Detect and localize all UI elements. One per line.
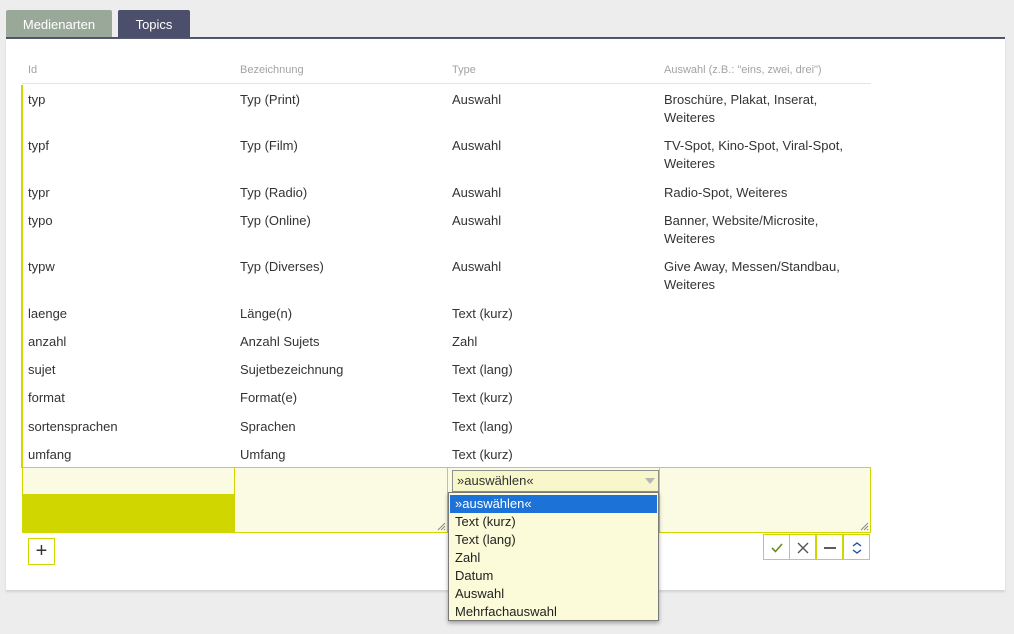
type-option[interactable]: Text (kurz) <box>450 513 657 531</box>
cell-bezeichnung: Typ (Radio) <box>240 185 308 200</box>
cell-id: typw <box>28 259 55 274</box>
cell-auswahl: Weiteres <box>664 231 716 246</box>
tab-medienarten[interactable]: Medienarten <box>6 10 112 38</box>
type-option[interactable]: Zahl <box>450 549 657 567</box>
cell-id: umfang <box>28 447 72 462</box>
check-icon <box>771 543 783 553</box>
cell-type: Text (kurz) <box>452 447 513 462</box>
header-type: Type <box>452 64 476 76</box>
cell-id: typf <box>28 138 49 153</box>
confirm-button[interactable] <box>763 534 790 560</box>
new-bezeichnung-textarea[interactable] <box>236 468 448 532</box>
minus-icon <box>824 547 836 549</box>
cell-id: sortensprachen <box>28 419 118 434</box>
cell-id: typr <box>28 185 50 200</box>
cell-id: format <box>28 390 65 405</box>
type-select[interactable]: »auswählen« <box>452 470 659 492</box>
cell-auswahl: Weiteres <box>664 156 716 171</box>
cell-bezeichnung: Länge(n) <box>240 306 293 321</box>
cell-bezeichnung: Typ (Print) <box>240 92 300 107</box>
tab-topics[interactable]: Topics <box>118 10 190 38</box>
cell-type: Auswahl <box>452 92 502 107</box>
cell-auswahl: Banner, Website/Microsite, <box>664 213 819 228</box>
cell-bezeichnung: Sujetbezeichnung <box>240 362 344 377</box>
collapse-icon <box>852 542 862 554</box>
new-id-input[interactable] <box>23 468 235 494</box>
cell-auswahl: Give Away, Messen/Standbau, <box>664 259 840 274</box>
header-id: Id <box>28 64 38 76</box>
type-option[interactable]: Datum <box>450 567 657 585</box>
cell-type: Zahl <box>452 334 478 349</box>
cell-id: typ <box>28 92 46 107</box>
resize-handle-icon[interactable] <box>436 521 446 531</box>
cancel-button[interactable] <box>789 534 816 560</box>
remove-button[interactable] <box>816 534 843 560</box>
type-option[interactable]: Text (lang) <box>450 531 657 549</box>
cell-bezeichnung: Typ (Diverses) <box>240 259 324 274</box>
cell-type: Text (lang) <box>452 419 513 434</box>
type-option[interactable]: »auswählen« <box>450 495 657 513</box>
type-option[interactable]: Mehrfachauswahl <box>450 603 657 621</box>
resize-handle-icon[interactable] <box>859 521 869 531</box>
type-option[interactable]: Auswahl <box>450 585 657 603</box>
collapse-button[interactable] <box>843 534 870 560</box>
header-bezeichnung: Bezeichnung <box>240 64 304 76</box>
chevron-down-icon <box>645 478 655 484</box>
cell-type: Text (kurz) <box>452 390 513 405</box>
new-auswahl-textarea[interactable] <box>660 468 870 532</box>
cell-type: Auswahl <box>452 259 502 274</box>
add-row-button[interactable]: + <box>28 538 55 565</box>
cell-auswahl: TV-Spot, Kino-Spot, Viral-Spot, <box>664 138 843 153</box>
cell-auswahl: Radio-Spot, Weiteres <box>664 185 788 200</box>
cell-auswahl: Weiteres <box>664 110 716 125</box>
cell-type: Auswahl <box>452 138 502 153</box>
cell-id: typo <box>28 213 53 228</box>
type-select-value: »auswählen« <box>457 473 534 488</box>
close-icon <box>797 542 809 554</box>
cell-type: Text (kurz) <box>452 306 513 321</box>
cell-id: anzahl <box>28 334 67 349</box>
cell-id: laenge <box>28 306 68 321</box>
cell-bezeichnung: Sprachen <box>240 419 296 434</box>
header-auswahl: Auswahl (z.B.: "eins, zwei, drei") <box>664 64 822 76</box>
cell-bezeichnung: Typ (Online) <box>240 213 311 228</box>
cell-bezeichnung: Umfang <box>240 447 286 462</box>
type-dropdown-list: »auswählen« Text (kurz) Text (lang) Zahl Dat… <box>448 492 659 621</box>
cell-bezeichnung: Anzahl Sujets <box>240 334 320 349</box>
cell-type: Auswahl <box>452 213 502 228</box>
new-id-marker <box>23 494 235 532</box>
cell-auswahl: Weiteres <box>664 277 716 292</box>
rows-accent-bar <box>21 85 23 468</box>
cell-auswahl: Broschüre, Plakat, Inserat, <box>664 92 818 107</box>
cell-type: Auswahl <box>452 185 502 200</box>
cell-bezeichnung: Typ (Film) <box>240 138 298 153</box>
header-divider <box>22 83 871 84</box>
cell-type: Text (lang) <box>452 362 513 377</box>
cell-id: sujet <box>28 362 56 377</box>
cell-bezeichnung: Format(e) <box>240 390 298 405</box>
